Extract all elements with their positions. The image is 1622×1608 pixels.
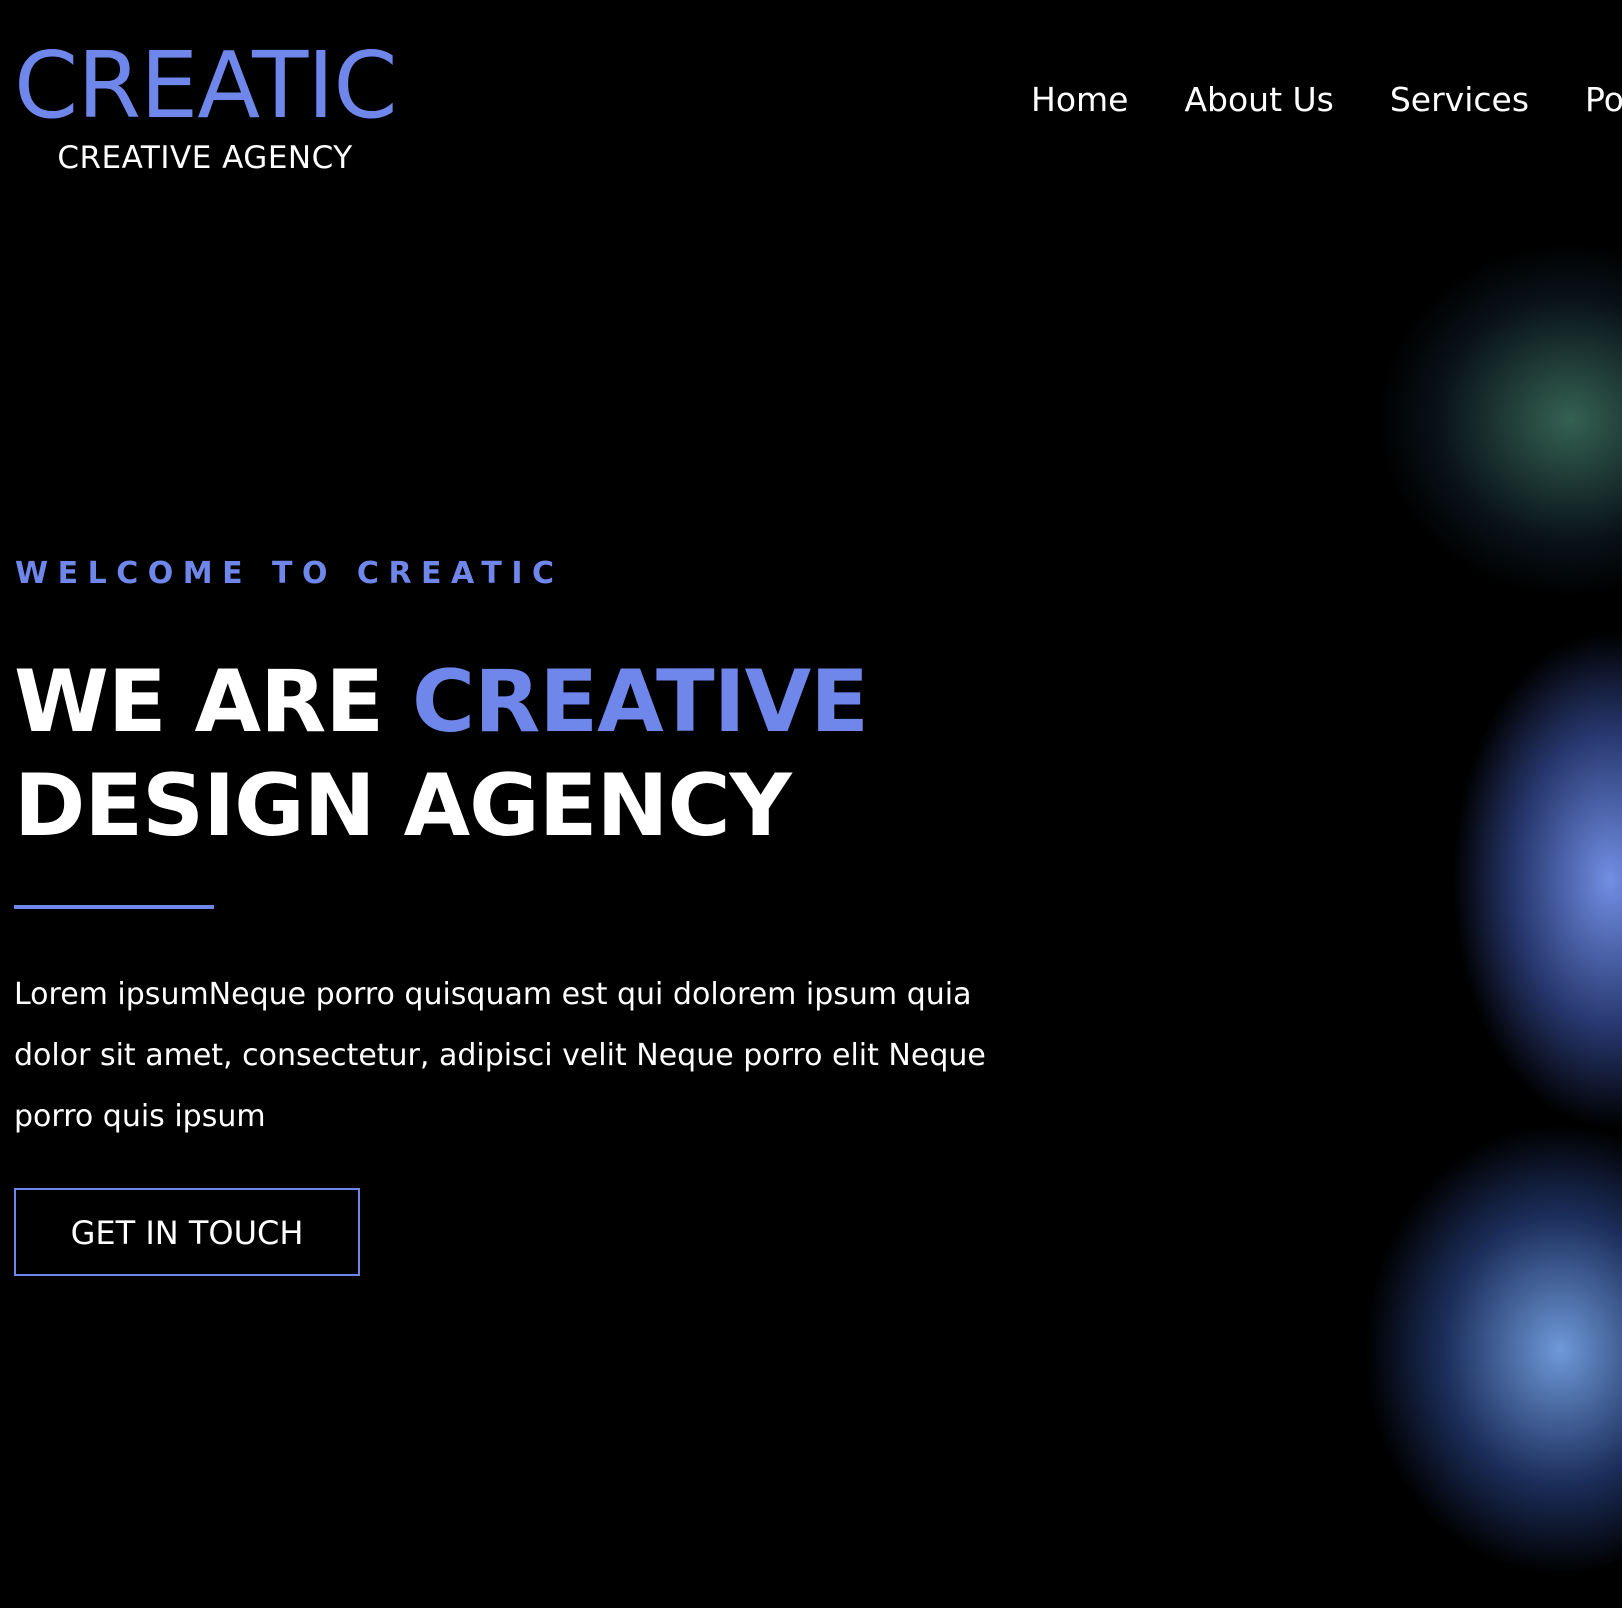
nav-item-about-us[interactable]: About Us <box>1184 80 1333 120</box>
headline-part-2: DESIGN AGENCY <box>14 756 792 856</box>
nav-item-home[interactable]: Home <box>1031 80 1128 120</box>
nav-item-portfolio[interactable]: Port <box>1585 80 1622 120</box>
hero-headline: WE ARE CREATIVE DESIGN AGENCY <box>14 650 869 858</box>
hero-portrait-image <box>1140 200 1622 1608</box>
accent-divider <box>14 905 214 909</box>
logo-title: CREATIC <box>14 32 398 139</box>
headline-accent: CREATIVE <box>412 652 869 752</box>
hero-description: Lorem ipsumNeque porro quisquam est qui … <box>14 977 986 1134</box>
logo[interactable]: CREATIC CREATIVE AGENCY <box>14 32 414 177</box>
hero-tagline: WELCOME TO CREATIC <box>15 556 564 591</box>
main-nav: Home About Us Services Port <box>1031 80 1622 120</box>
get-in-touch-button[interactable]: GET IN TOUCH <box>14 1188 360 1276</box>
headline-part-1: WE ARE <box>14 652 413 752</box>
nav-item-services[interactable]: Services <box>1390 80 1529 120</box>
logo-subtitle: CREATIVE AGENCY <box>57 140 353 176</box>
